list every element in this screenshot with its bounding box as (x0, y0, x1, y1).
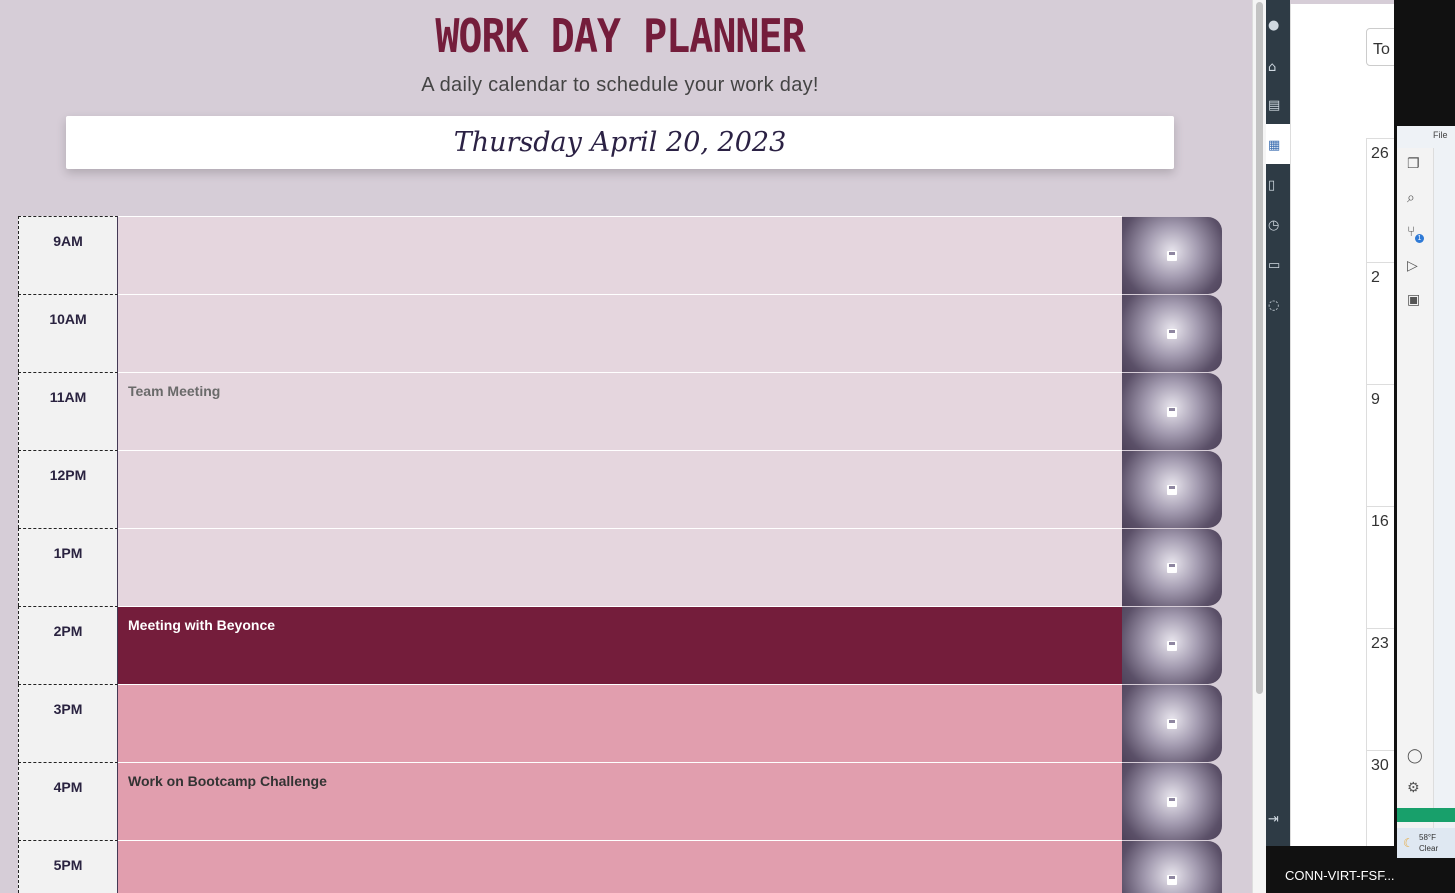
event-textarea[interactable] (118, 294, 1122, 372)
extensions-icon[interactable]: ▣ (1407, 292, 1420, 308)
save-button[interactable] (1122, 685, 1222, 762)
time-block-10am: 10AM (18, 294, 1222, 372)
moon-icon: ☾ (1403, 836, 1414, 850)
hour-label: 10AM (18, 294, 118, 372)
hour-label: 11AM (18, 372, 118, 450)
home-icon[interactable]: ⌂ (1268, 60, 1284, 76)
time-block-4pm: 4PM Work on Bootcamp Challenge (18, 762, 1222, 840)
save-button[interactable] (1122, 763, 1222, 840)
event-textarea[interactable]: Meeting with Beyonce (118, 606, 1122, 684)
hour-label: 5PM (18, 840, 118, 893)
event-textarea[interactable] (118, 216, 1122, 294)
floppy-disk-icon (1167, 562, 1177, 573)
time-block-list: 9AM 10AM 11AM Team Meeting 12PM 1PM 2PM … (18, 216, 1222, 893)
save-button[interactable] (1122, 217, 1222, 294)
collapse-icon[interactable]: ⇥ (1268, 812, 1284, 828)
hour-label: 4PM (18, 762, 118, 840)
hour-label: 2PM (18, 606, 118, 684)
activity-bar (1397, 148, 1434, 838)
current-date-banner: Thursday April 20, 2023 (66, 116, 1174, 169)
page-subtitle: A daily calendar to schedule your work d… (421, 74, 819, 96)
help-icon[interactable]: ◌ (1268, 298, 1284, 314)
event-textarea[interactable] (118, 684, 1122, 762)
run-debug-icon[interactable]: ▷ (1407, 258, 1418, 274)
save-button[interactable] (1122, 373, 1222, 450)
weather-widget[interactable]: ☾ 58°F Clear (1397, 828, 1455, 858)
save-button[interactable] (1122, 841, 1222, 893)
current-date: Thursday April 20, 2023 (453, 127, 787, 158)
scm-badge: 1 (1415, 234, 1424, 243)
hour-label: 12PM (18, 450, 118, 528)
floppy-disk-icon (1167, 250, 1177, 261)
time-block-3pm: 3PM (18, 684, 1222, 762)
floppy-disk-icon (1167, 328, 1177, 339)
event-textarea[interactable] (118, 528, 1122, 606)
time-block-5pm: 5PM (18, 840, 1222, 893)
floppy-disk-icon (1167, 640, 1177, 651)
hour-label: 1PM (18, 528, 118, 606)
clock-icon[interactable]: ◷ (1268, 218, 1284, 234)
hour-label: 3PM (18, 684, 118, 762)
hour-label: 9AM (18, 216, 118, 294)
event-textarea[interactable] (118, 450, 1122, 528)
event-textarea[interactable]: Team Meeting (118, 372, 1122, 450)
planner-page: Work Day Planner A daily calendar to sch… (0, 0, 1252, 893)
settings-gear-icon[interactable]: ⚙ (1407, 780, 1420, 796)
time-block-1pm: 1PM (18, 528, 1222, 606)
save-button[interactable] (1122, 295, 1222, 372)
event-textarea[interactable]: Work on Bootcamp Challenge (118, 762, 1122, 840)
board-icon[interactable]: ▤ (1268, 98, 1284, 114)
floppy-disk-icon (1167, 406, 1177, 417)
page-scrollbar[interactable] (1252, 0, 1267, 893)
scrollbar-thumb[interactable] (1256, 2, 1263, 694)
avatar-icon[interactable]: ● (1268, 18, 1284, 34)
monitor-icon[interactable]: ▭ (1268, 258, 1284, 274)
floppy-disk-icon (1167, 874, 1177, 885)
taskbar-item-label[interactable]: CONN-VIRT-FSF... (1285, 868, 1395, 883)
explorer-icon[interactable]: ❐ (1407, 156, 1420, 172)
save-button[interactable] (1122, 607, 1222, 684)
status-bar (1397, 808, 1455, 822)
page-title: Work Day Planner (435, 10, 805, 64)
floppy-disk-icon (1167, 718, 1177, 729)
save-button[interactable] (1122, 529, 1222, 606)
floppy-disk-icon (1167, 484, 1177, 495)
save-button[interactable] (1122, 451, 1222, 528)
background-calendar-window: To 26 2 9 16 23 30 (1290, 4, 1406, 846)
time-block-12pm: 12PM (18, 450, 1222, 528)
weather-desc: Clear (1419, 844, 1439, 853)
event-textarea[interactable] (118, 840, 1122, 893)
floppy-disk-icon (1167, 796, 1177, 807)
document-icon[interactable]: ▯ (1268, 178, 1284, 194)
weather-temp: 58°F (1419, 833, 1436, 842)
time-block-9am: 9AM (18, 216, 1222, 294)
vscode-window: File ❐ ⌕ ⑂ 1 ▷ ▣ ◯ ⚙ ☾ 58°F Clear (1397, 126, 1455, 858)
account-icon[interactable]: ◯ (1407, 748, 1423, 764)
search-icon[interactable]: ⌕ (1407, 190, 1415, 206)
file-menu[interactable]: File (1433, 130, 1448, 140)
time-block-11am: 11AM Team Meeting (18, 372, 1222, 450)
time-block-2pm: 2PM Meeting with Beyonce (18, 606, 1222, 684)
background-sidebar: ● ⌂ ▤ ▦ ▯ ◷ ▭ ◌ ⇥ (1266, 0, 1290, 893)
calendar-icon[interactable]: ▦ (1268, 138, 1284, 154)
